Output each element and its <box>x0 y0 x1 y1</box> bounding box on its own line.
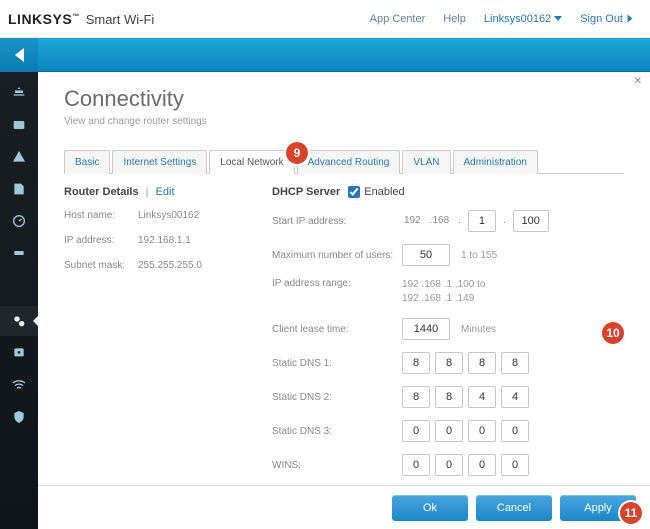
ipaddress-label: IP address: <box>64 235 138 246</box>
dns3-oct2[interactable] <box>435 420 463 442</box>
rail-item-usb[interactable] <box>0 238 38 268</box>
ok-button[interactable]: Ok <box>392 495 468 521</box>
callout-11: 11 <box>620 502 642 524</box>
tab-local-network[interactable]: Local Network <box>209 150 294 174</box>
wins-oct3[interactable] <box>468 454 496 476</box>
start-ip-prefix1: 192 <box>402 210 423 232</box>
rail-item-parental[interactable] <box>0 142 38 172</box>
rail-item-security[interactable] <box>0 402 38 432</box>
ip-range-line1: 192 .168 .1 .100 to <box>402 278 624 292</box>
dhcp-enabled-label: Enabled <box>364 186 404 198</box>
subnet-label: Subnet mask: <box>64 260 138 271</box>
dhcp-enabled-checkbox[interactable] <box>348 186 360 198</box>
dns2-oct3[interactable] <box>468 386 496 408</box>
router-details-section: Router Details | Edit Host name:Linksys0… <box>64 186 254 514</box>
top-bar: LINKSYS™ Smart Wi-Fi App Center Help Lin… <box>0 0 650 38</box>
dns2-oct1[interactable] <box>402 386 430 408</box>
close-icon[interactable]: ✕ <box>634 76 642 87</box>
ipaddress-value: 192.168.1.1 <box>138 235 191 246</box>
main-panel: ✕ Connectivity View and change router se… <box>38 72 650 529</box>
dns2-oct2[interactable] <box>435 386 463 408</box>
page-title: Connectivity <box>64 86 624 112</box>
back-button[interactable] <box>0 38 38 72</box>
dns1-label: Static DNS 1: <box>272 358 402 369</box>
dns2-label: Static DNS 2: <box>272 392 402 403</box>
chevron-left-icon <box>15 48 24 62</box>
rail-item-media[interactable] <box>0 174 38 204</box>
dns2-oct4[interactable] <box>501 386 529 408</box>
dns3-oct3[interactable] <box>468 420 496 442</box>
app-center-link[interactable]: App Center <box>370 13 426 25</box>
callout-9: 9 <box>286 142 308 164</box>
tab-advanced-routing[interactable]: Advanced Routing <box>297 150 401 174</box>
lease-label: Client lease time: <box>272 324 402 335</box>
footer-bar: Ok Cancel Apply <box>38 485 650 529</box>
dns1-oct1[interactable] <box>402 352 430 374</box>
rail-item-troubleshooting[interactable] <box>0 338 38 368</box>
chevron-down-icon <box>554 16 562 21</box>
wins-oct2[interactable] <box>435 454 463 476</box>
ip-range-label: IP address range: <box>272 278 402 289</box>
lease-unit: Minutes <box>461 324 496 335</box>
max-users-hint: 1 to 155 <box>461 250 497 261</box>
rail-item-speed-test[interactable] <box>0 206 38 236</box>
edit-link[interactable]: Edit <box>156 186 175 198</box>
app-window: LINKSYS™ Smart Wi-Fi App Center Help Lin… <box>0 0 650 529</box>
brand-subtitle: Smart Wi-Fi <box>86 12 155 27</box>
dns1-oct3[interactable] <box>468 352 496 374</box>
dns3-oct1[interactable] <box>402 420 430 442</box>
callout-10: 10 <box>602 322 624 344</box>
wins-oct4[interactable] <box>501 454 529 476</box>
start-ip-oct4-input[interactable] <box>513 210 549 232</box>
tab-basic[interactable]: Basic <box>64 150 110 174</box>
top-links: App Center Help Linksys00162 Sign Out <box>370 13 642 25</box>
tab-bar: Basic Internet Settings Local Network Ad… <box>64 149 624 174</box>
tab-vlan[interactable]: VLAN <box>402 150 450 174</box>
hostname-label: Host name: <box>64 210 138 221</box>
help-link[interactable]: Help <box>443 13 466 25</box>
brand-logo: LINKSYS™ <box>8 11 80 27</box>
start-ip-label: Start IP address: <box>272 216 402 227</box>
cancel-button[interactable]: Cancel <box>476 495 552 521</box>
rail-item-guest-access[interactable] <box>0 110 38 140</box>
dhcp-heading: DHCP Server Enabled <box>272 186 624 198</box>
dns3-label: Static DNS 3: <box>272 426 402 437</box>
ip-range-line2: 192 .168 .1 .149 <box>402 292 624 306</box>
sign-out-link[interactable]: Sign Out <box>580 13 634 25</box>
tab-internet-settings[interactable]: Internet Settings <box>112 150 207 174</box>
side-rail <box>0 72 38 529</box>
dhcp-section: DHCP Server Enabled Start IP address: 19… <box>272 186 624 514</box>
start-ip-oct3-input[interactable] <box>468 210 496 232</box>
page-subtitle: View and change router settings <box>64 116 624 127</box>
max-users-input[interactable] <box>402 244 450 266</box>
hostname-value: Linksys00162 <box>138 210 199 221</box>
start-ip-prefix2: .168 <box>428 210 451 232</box>
blue-banner <box>0 38 650 72</box>
rail-item-connectivity[interactable] <box>0 306 38 336</box>
device-dropdown[interactable]: Linksys00162 <box>484 13 562 25</box>
tab-administration[interactable]: Administration <box>453 150 538 174</box>
router-details-heading: Router Details | Edit <box>64 186 254 198</box>
wins-label: WINS: <box>272 460 402 471</box>
rail-item-device-list[interactable] <box>0 78 38 108</box>
rail-item-wireless[interactable] <box>0 370 38 400</box>
dns3-oct4[interactable] <box>501 420 529 442</box>
lease-input[interactable] <box>402 318 450 340</box>
dns1-oct2[interactable] <box>435 352 463 374</box>
brand: LINKSYS™ Smart Wi-Fi <box>8 11 154 27</box>
subnet-value: 255.255.255.0 <box>138 260 202 271</box>
dns1-oct4[interactable] <box>501 352 529 374</box>
content-area: Router Details | Edit Host name:Linksys0… <box>64 186 624 514</box>
wins-oct1[interactable] <box>402 454 430 476</box>
max-users-label: Maximum number of users: <box>272 250 402 261</box>
chevron-right-icon <box>628 15 633 23</box>
